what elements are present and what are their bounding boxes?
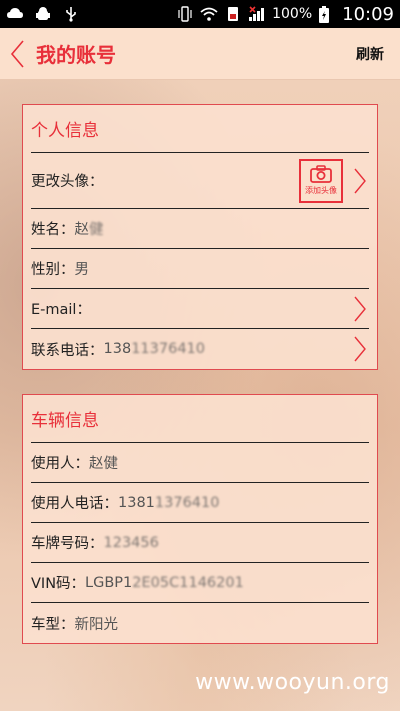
back-button[interactable] bbox=[0, 28, 34, 80]
sim-icon bbox=[224, 6, 242, 22]
battery-percentage: 100% bbox=[272, 6, 313, 22]
name-label: 姓名： bbox=[31, 222, 75, 238]
vin-value-blurred: 2E05C1146201 bbox=[132, 574, 244, 591]
phone-row[interactable]: 联系电话： 138 11376410 bbox=[31, 329, 369, 369]
avatar-label: 更改头像： bbox=[31, 174, 104, 190]
user-phone-label: 使用人电话： bbox=[31, 496, 118, 512]
signal-icon bbox=[248, 6, 266, 22]
user-phone-value-blurred: 1376410 bbox=[154, 494, 220, 511]
refresh-button[interactable]: 刷新 bbox=[356, 44, 384, 64]
camera-icon bbox=[310, 165, 332, 183]
cloud-icon bbox=[6, 6, 24, 22]
plate-row: 车牌号码： 123456 bbox=[31, 523, 369, 563]
model-label: 车型： bbox=[31, 616, 75, 633]
personal-info-title: 个人信息 bbox=[31, 105, 369, 153]
name-value: 赵 bbox=[74, 222, 90, 238]
personal-info-card: 个人信息 更改头像： 添加头像 姓名： 赵 健 性别： 男 E-mail： 联系… bbox=[22, 104, 378, 370]
vin-label: VIN码： bbox=[31, 576, 86, 592]
battery-charging-icon bbox=[318, 6, 336, 23]
user-phone-row: 使用人电话： 1381 1376410 bbox=[31, 483, 369, 523]
gender-row: 性别： 男 bbox=[31, 249, 369, 289]
plate-value-blurred: 123456 bbox=[103, 534, 159, 551]
chevron-right-icon bbox=[351, 166, 369, 196]
user-value: 赵健 bbox=[89, 456, 118, 472]
add-avatar-caption: 添加头像 bbox=[305, 186, 337, 195]
chevron-right-icon bbox=[351, 334, 369, 364]
android-debug-icon bbox=[34, 6, 52, 22]
page-title: 我的账号 bbox=[36, 43, 116, 67]
vin-value: LGBP1 bbox=[85, 574, 133, 591]
name-value-blurred: 健 bbox=[89, 222, 104, 238]
watermark: www.wooyun.org bbox=[195, 670, 390, 695]
user-phone-value: 1381 bbox=[118, 494, 155, 511]
phone-value-blurred: 11376410 bbox=[131, 341, 205, 357]
model-value: 新阳光 bbox=[74, 616, 119, 633]
vin-row: VIN码： LGBP1 2E05C1146201 bbox=[31, 563, 369, 603]
clock: 10:09 bbox=[342, 3, 394, 25]
gender-value: 男 bbox=[74, 262, 90, 278]
plate-label: 车牌号码： bbox=[31, 536, 104, 552]
gender-label: 性别： bbox=[31, 262, 75, 278]
model-row: 车型： 新阳光 bbox=[31, 603, 369, 643]
email-row[interactable]: E-mail： bbox=[31, 289, 369, 329]
chevron-right-icon bbox=[351, 294, 369, 324]
add-avatar-button[interactable]: 添加头像 bbox=[299, 158, 343, 203]
email-label: E-mail： bbox=[31, 302, 91, 318]
chevron-left-icon bbox=[10, 39, 24, 68]
change-avatar-row[interactable]: 更改头像： 添加头像 bbox=[31, 153, 369, 209]
phone-value: 138 bbox=[103, 341, 132, 357]
wifi-icon bbox=[200, 6, 218, 22]
vehicle-info-title: 车辆信息 bbox=[31, 395, 369, 443]
phone-label: 联系电话： bbox=[31, 342, 104, 359]
user-row: 使用人： 赵健 bbox=[31, 443, 369, 483]
name-row: 姓名： 赵 健 bbox=[31, 209, 369, 249]
vibrate-icon bbox=[176, 6, 194, 22]
usb-icon bbox=[62, 6, 80, 22]
user-label: 使用人： bbox=[31, 456, 89, 472]
app-header: 我的账号 刷新 bbox=[0, 28, 400, 80]
vehicle-info-card: 车辆信息 使用人： 赵健 使用人电话： 1381 1376410 车牌号码： 1… bbox=[22, 394, 378, 644]
status-bar: 100% 10:09 bbox=[0, 0, 400, 28]
